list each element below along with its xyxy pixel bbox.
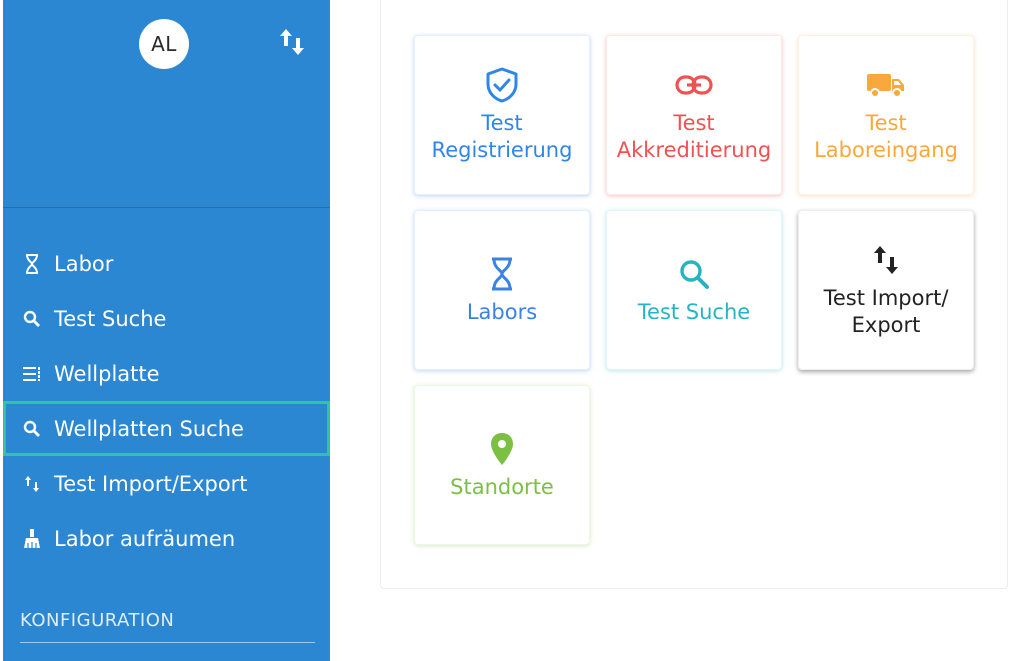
main-panel: Test Registrierung Test Akkreditierung T…	[380, 0, 1008, 589]
shield-check-icon	[485, 66, 519, 104]
sidebar-item-wellplatten-suche[interactable]: Wellplatten Suche	[3, 401, 330, 456]
search-icon	[21, 418, 43, 440]
swap-vertical-icon	[873, 241, 899, 279]
list-icon	[21, 363, 43, 385]
sidebar-item-label: Test Suche	[54, 306, 167, 331]
sidebar-item-label: Labor	[54, 251, 114, 276]
tile-labors[interactable]: Labors	[414, 210, 590, 370]
tile-label: Test Akkreditierung	[616, 111, 772, 162]
broom-icon	[21, 528, 43, 550]
sidebar-item-wellplatte[interactable]: Wellplatte	[3, 346, 330, 401]
tile-standorte[interactable]: Standorte	[414, 385, 590, 545]
section-divider	[20, 642, 315, 643]
map-marker-icon	[489, 430, 515, 468]
sidebar-nav: Labor Test Suche Wellplatte Wellplatten …	[3, 236, 330, 566]
search-icon	[678, 255, 710, 293]
sidebar-item-label: Test Import/Export	[54, 471, 248, 496]
avatar[interactable]: AL	[139, 19, 189, 69]
tile-label: Standorte	[450, 474, 554, 499]
link-icon	[675, 66, 713, 104]
search-icon	[21, 308, 43, 330]
truck-icon	[866, 66, 906, 104]
sidebar-item-labor-aufraeumen[interactable]: Labor aufräumen	[3, 511, 330, 566]
sidebar-item-label: Wellplatten Suche	[54, 416, 244, 441]
tile-test-akkreditierung[interactable]: Test Akkreditierung	[606, 35, 782, 195]
swap-vertical-icon	[21, 473, 43, 495]
tile-label: Labors	[466, 299, 538, 324]
tile-test-import-export[interactable]: Test Import/ Export	[798, 210, 974, 370]
swap-vertical-icon[interactable]	[277, 25, 307, 59]
tile-label: Test Import/ Export	[823, 286, 949, 337]
sidebar-item-test-suche[interactable]: Test Suche	[3, 291, 330, 346]
sidebar: AL Labor Test Suche Wellplatte Wellplatt…	[3, 0, 330, 661]
sidebar-item-label: Labor aufräumen	[54, 526, 236, 551]
sidebar-item-labor[interactable]: Labor	[3, 236, 330, 291]
hourglass-icon	[21, 253, 43, 275]
hourglass-icon	[490, 255, 514, 293]
sidebar-item-test-import-export[interactable]: Test Import/Export	[3, 456, 330, 511]
tile-test-laboreingang[interactable]: Test Laboreingang	[798, 35, 974, 195]
tile-test-suche[interactable]: Test Suche	[606, 210, 782, 370]
tile-label: Test Registrierung	[431, 111, 573, 162]
tile-label: Test Laboreingang	[814, 111, 958, 162]
sidebar-divider	[3, 207, 330, 208]
section-label-konfiguration: KONFIGURATION	[20, 610, 175, 631]
tile-label: Test Suche	[637, 299, 751, 324]
tile-test-registrierung[interactable]: Test Registrierung	[414, 35, 590, 195]
sidebar-item-label: Wellplatte	[54, 361, 160, 386]
